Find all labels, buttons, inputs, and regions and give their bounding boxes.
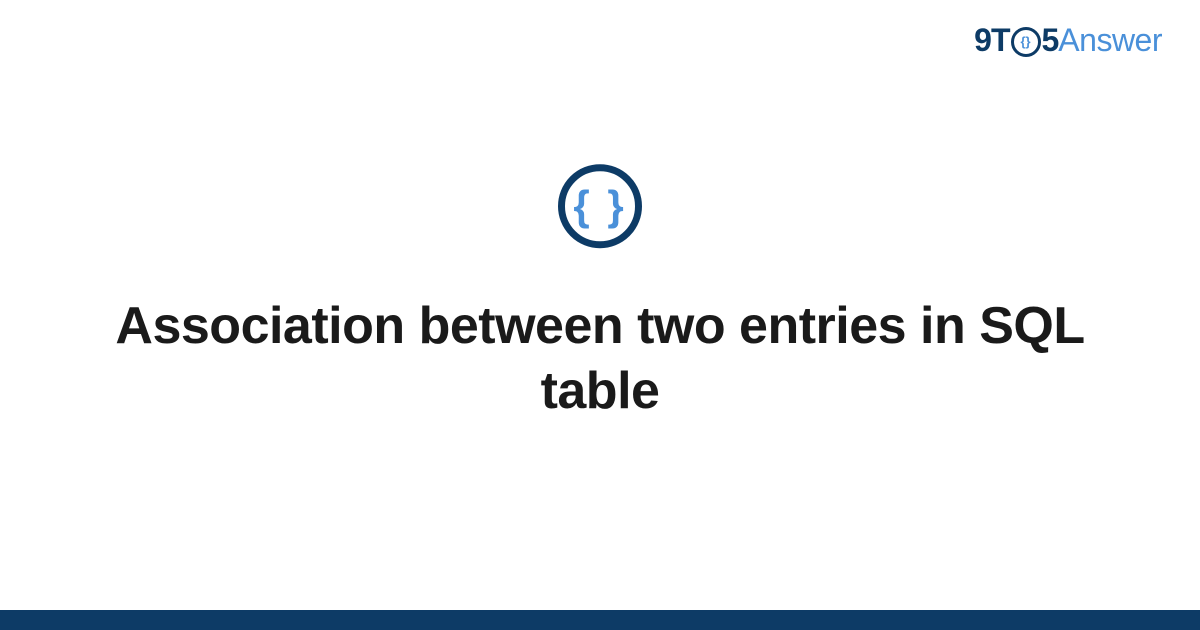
logo-circle-icon: {} [1011,27,1041,57]
logo-text-answer: Answer [1058,22,1162,59]
page-title: Association between two entries in SQL t… [60,294,1140,424]
logo-text-9t: 9T [974,22,1009,59]
logo-text-5: 5 [1042,22,1059,59]
site-logo[interactable]: 9T {} 5 Answer [974,22,1162,59]
footer-bar [0,610,1200,630]
braces-glyph: { } [573,185,626,227]
logo-braces-icon: {} [1020,34,1030,49]
code-braces-icon: { } [558,164,642,248]
main-content: { } Association between two entries in S… [0,164,1200,424]
